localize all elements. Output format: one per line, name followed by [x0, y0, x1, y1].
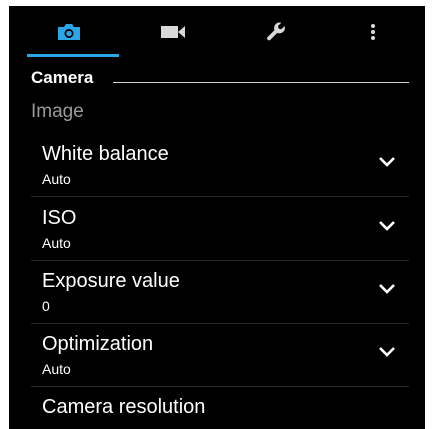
setting-title: White balance: [42, 143, 169, 165]
more-vertical-icon: [371, 24, 375, 40]
setting-value: Auto: [42, 171, 71, 187]
setting-white-balance[interactable]: White balance Auto: [31, 133, 409, 197]
chevron-down-icon: [379, 347, 395, 357]
tab-tools[interactable]: [225, 6, 329, 58]
tab-camera[interactable]: [17, 6, 121, 58]
setting-value: Auto: [42, 235, 71, 251]
setting-iso[interactable]: ISO Auto: [31, 197, 409, 261]
tab-video[interactable]: [121, 6, 225, 58]
setting-value: 0: [42, 298, 50, 314]
active-tab-indicator: [27, 54, 119, 57]
setting-camera-resolution[interactable]: Camera resolution: [31, 386, 409, 429]
setting-value: Auto: [42, 361, 71, 377]
group-label: Image: [31, 101, 84, 122]
camera-icon: [58, 24, 80, 40]
chevron-down-icon: [379, 157, 395, 167]
tab-more[interactable]: [321, 6, 425, 58]
chevron-down-icon: [379, 221, 395, 231]
video-camera-icon: [161, 26, 185, 38]
camera-settings-screen: Camera Image White balance Auto ISO Auto…: [9, 6, 425, 429]
section-divider: [113, 82, 409, 83]
setting-title: Exposure value: [42, 270, 180, 292]
settings-tab-bar: [9, 6, 425, 58]
wrench-icon: [267, 22, 285, 41]
setting-title: ISO: [42, 207, 77, 229]
chevron-down-icon: [379, 284, 395, 294]
setting-optimization[interactable]: Optimization Auto: [31, 323, 409, 387]
setting-title: Camera resolution: [42, 396, 206, 418]
setting-title: Optimization: [42, 333, 154, 355]
section-title: Camera: [31, 68, 94, 87]
setting-exposure-value[interactable]: Exposure value 0: [31, 260, 409, 324]
